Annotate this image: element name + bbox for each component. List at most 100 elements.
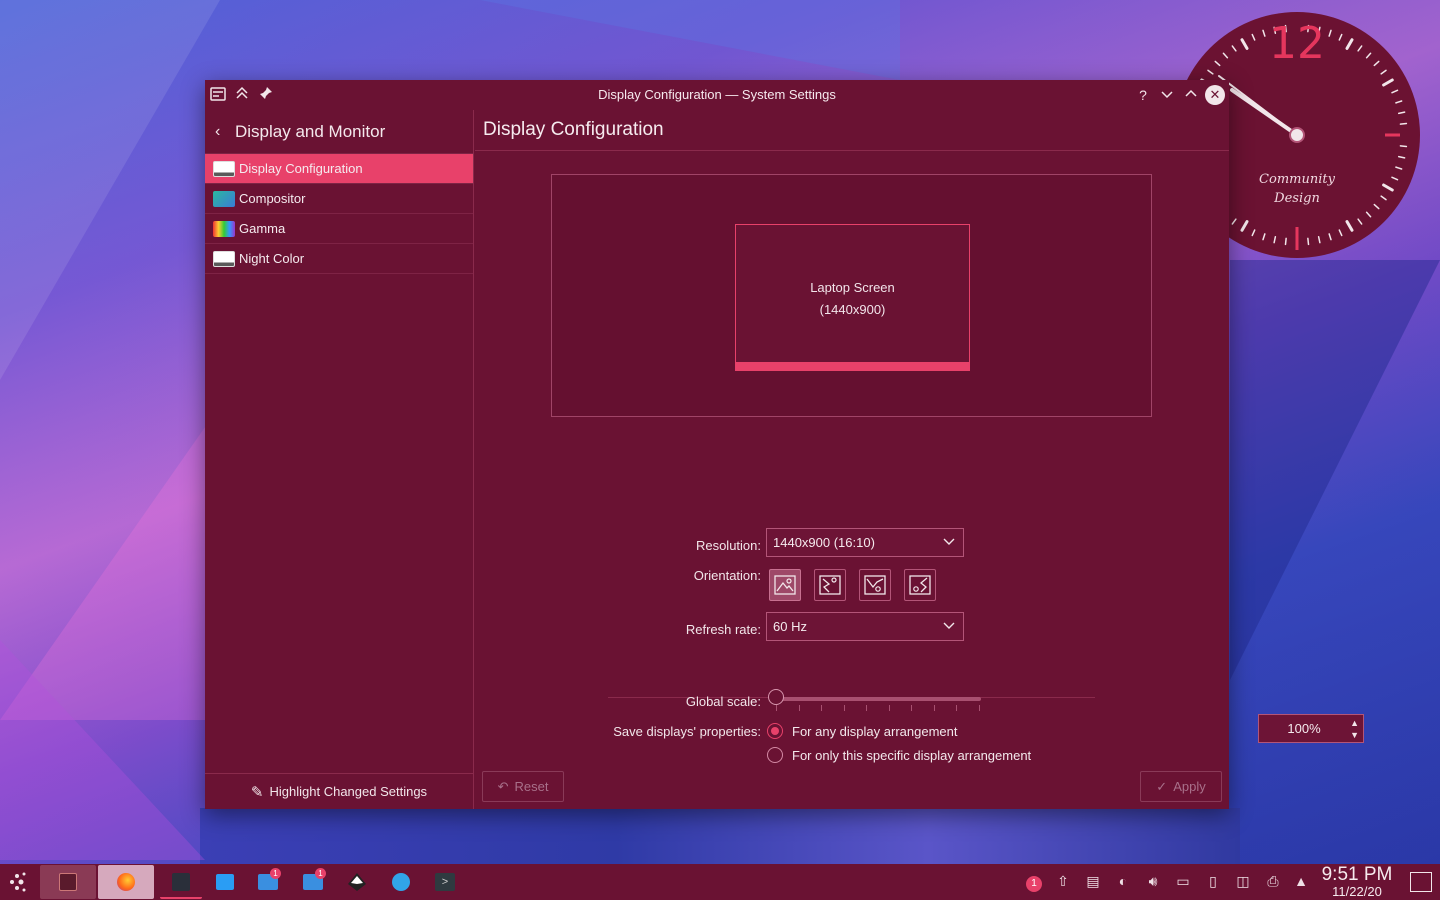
clock-tick [1391, 89, 1399, 94]
sidebar-item-compositor[interactable]: Compositor [205, 184, 473, 214]
task-system-settings[interactable] [160, 865, 202, 899]
resolution-value: 1440x900 (16:10) [773, 535, 875, 550]
chevron-down-icon [943, 619, 955, 634]
display-arrangement-preview: Laptop Screen (1440x900) [551, 174, 1152, 417]
wallpaper-shard [0, 0, 220, 380]
sidebar: ‹ Display and Monitor Display Configurat… [205, 110, 474, 809]
undo-icon: ↶ [497, 778, 509, 794]
tray-expand-icon[interactable]: ▲ [1291, 873, 1311, 889]
global-scale-spinbox[interactable]: 100% ▲ ▼ [1258, 714, 1364, 743]
reset-button[interactable]: ↶ Reset [482, 771, 564, 802]
radio-label: For only this specific display arrangeme… [792, 747, 1032, 763]
orientation-upside-down-button[interactable] [859, 569, 891, 601]
page-title: Display Configuration [483, 119, 664, 140]
minimize-icon[interactable] [1157, 85, 1177, 105]
clipboard-icon[interactable]: ▤ [1083, 873, 1103, 890]
radio-any-arrangement[interactable]: For any display arrangement [767, 723, 957, 739]
landscape-icon [774, 575, 796, 595]
page-header: Display Configuration [475, 110, 1229, 151]
global-scale-slider[interactable] [775, 697, 981, 701]
close-icon[interactable]: ✕ [1205, 85, 1225, 105]
clock-tick [1273, 235, 1277, 244]
screen-label: Laptop Screen (1440x900) [736, 277, 969, 321]
gamma-icon [213, 220, 235, 237]
clock-numeral-12: 12 [1269, 18, 1325, 69]
clock-date[interactable]: 11/22/20 [1318, 884, 1396, 899]
clock-tick [1399, 145, 1408, 148]
resolution-label: Resolution: [695, 538, 761, 553]
clock-tick [1382, 78, 1394, 87]
dolphin-icon[interactable]: 1 [298, 867, 328, 897]
resolution-dropdown[interactable]: 1440x900 (16:10) [766, 528, 964, 557]
clock-tick [1284, 237, 1287, 246]
reset-label: Reset [514, 779, 549, 794]
sidebar-item-label: Night Color [239, 251, 305, 266]
clock-tick [1328, 233, 1332, 241]
sidebar-back-header[interactable]: ‹ Display and Monitor [205, 110, 473, 154]
refresh-rate-value: 60 Hz [773, 619, 807, 634]
notification-badge: 1 [315, 868, 326, 879]
refresh-rate-dropdown[interactable]: 60 Hz [766, 612, 964, 641]
checkmark-icon: ✓ [1156, 778, 1168, 794]
radio-label: For any display arrangement [792, 723, 958, 739]
network-icon[interactable]: ◫ [1233, 873, 1253, 890]
orientation-landscape-button[interactable] [769, 569, 801, 601]
clock-tick [1207, 69, 1214, 75]
orientation-label: Orientation: [693, 568, 761, 583]
spin-arrows-icon[interactable]: ▲ ▼ [1350, 717, 1359, 741]
radio-specific-arrangement[interactable]: For only this specific display arrangeme… [767, 747, 1031, 763]
sidebar-item-display-configuration[interactable]: Display Configuration [205, 154, 473, 184]
maximize-icon[interactable] [1181, 85, 1201, 105]
clock-tick [1395, 166, 1403, 170]
task-firefox[interactable] [98, 865, 154, 899]
title-bar[interactable]: Display Configuration — System Settings … [205, 80, 1229, 110]
clock-tick [1317, 235, 1321, 244]
clock-tick [1307, 237, 1310, 246]
discover-store-icon[interactable] [210, 867, 240, 897]
global-scale-label: Global scale: [685, 694, 761, 709]
highlight-changed-settings-button[interactable]: ✎ Highlight Changed Settings [205, 773, 473, 809]
portrait-left-icon [819, 575, 841, 595]
show-desktop-icon[interactable] [1406, 867, 1436, 897]
radio-button[interactable] [767, 747, 783, 763]
sidebar-item-gamma[interactable]: Gamma [205, 214, 473, 244]
screen-primary-bar [736, 362, 969, 370]
inkscape-icon[interactable] [342, 867, 372, 897]
laptop-screen-output[interactable]: Laptop Screen (1440x900) [735, 224, 970, 371]
orientation-rotate-right-button[interactable] [904, 569, 936, 601]
refresh-rate-label: Refresh rate: [685, 622, 761, 637]
notification-count: 1 [1026, 876, 1042, 892]
clock-tick [1365, 211, 1372, 218]
radio-button-checked[interactable] [767, 723, 783, 739]
wallpaper-shard [480, 0, 900, 80]
apply-button[interactable]: ✓ Apply [1140, 771, 1222, 802]
dolphin-icon[interactable]: 1 [253, 867, 283, 897]
notifications-icon[interactable]: 1 [1024, 873, 1044, 892]
clock-tick [1395, 100, 1403, 104]
wallpaper-shard [0, 640, 205, 860]
apply-label: Apply [1173, 779, 1206, 794]
updates-icon[interactable]: ⇧ [1053, 873, 1073, 890]
application-launcher-icon[interactable] [4, 867, 34, 897]
inverted-icon [864, 575, 886, 595]
clock-tick [1399, 122, 1408, 125]
help-icon[interactable]: ? [1133, 85, 1153, 105]
wallpaper-shard [200, 808, 1240, 864]
task-file-manager[interactable] [40, 865, 96, 899]
usb-icon[interactable]: ▯ [1203, 873, 1223, 890]
highlighter-icon: ✎ [250, 783, 264, 801]
chevron-left-icon[interactable]: ‹ [215, 123, 233, 141]
sidebar-item-night-color[interactable]: Night Color [205, 244, 473, 274]
kdeconnect-tray-icon[interactable]: ◐ [1113, 873, 1133, 889]
clock-time[interactable]: 9:51 PM [1318, 864, 1396, 886]
clock-tick [1397, 111, 1406, 115]
printer-icon[interactable]: ⎙ [1263, 873, 1283, 890]
kdeconnect-icon[interactable] [386, 867, 416, 897]
display-tray-icon[interactable]: ▭ [1173, 873, 1193, 890]
clock-tick [1357, 218, 1363, 225]
orientation-rotate-left-button[interactable] [814, 569, 846, 601]
clock-tick [1231, 218, 1237, 225]
global-scale-slider-handle[interactable] [768, 689, 784, 705]
terminal-icon[interactable]: > [430, 867, 460, 897]
volume-icon[interactable]: 🔊︎ [1143, 873, 1163, 890]
